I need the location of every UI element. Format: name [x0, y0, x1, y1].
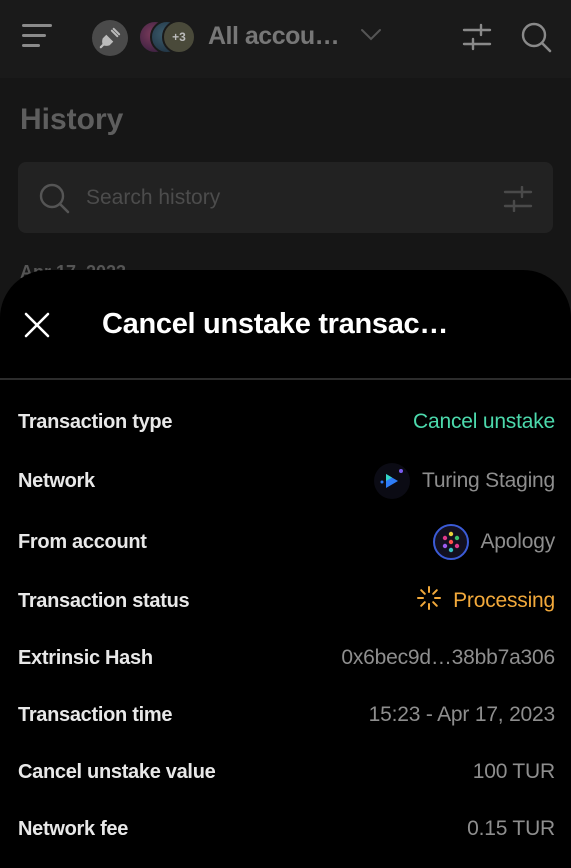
top-bar: +3 All accou… [0, 0, 571, 78]
account-selector-label[interactable]: All accou… [208, 22, 340, 51]
account-avatars[interactable]: +3 [138, 20, 196, 56]
detail-row-cancel-unstake-value: Cancel unstake value 100 TUR [18, 755, 555, 789]
status-text: Processing [453, 589, 555, 612]
detail-label: Extrinsic Hash [18, 646, 153, 669]
detail-label: Network fee [18, 817, 129, 840]
network-name: Turing Staging [421, 469, 555, 492]
page-title: History [20, 103, 124, 136]
amount-value: 100 TUR [472, 760, 555, 783]
fee-value: 0.15 TUR [467, 817, 555, 840]
detail-label: Transaction type [18, 410, 173, 433]
account-avatar-icon [432, 524, 469, 560]
detail-row-network: Network Turing Staging [18, 463, 555, 499]
transaction-detail-sheet: Cancel unstake transac… Transaction type… [0, 270, 571, 868]
detail-row-extrinsic-hash: Extrinsic Hash 0x6bec9d…38bb7a306 [18, 641, 555, 675]
status-value: Processing [417, 586, 555, 616]
filter-icon[interactable] [462, 22, 492, 57]
detail-row-transaction-type: Transaction type Cancel unstake [18, 405, 555, 439]
detail-row-from-account: From account Apology [18, 524, 556, 560]
sheet-title: Cancel unstake transac… [102, 308, 449, 340]
detail-row-network-fee: Network fee 0.15 TUR [18, 812, 555, 846]
hash-value[interactable]: 0x6bec9d…38bb7a306 [341, 646, 555, 670]
search-placeholder: Search history [86, 186, 221, 209]
filter-icon[interactable] [503, 185, 533, 217]
spinner-icon [417, 586, 442, 616]
detail-row-transaction-status: Transaction status Processing [18, 584, 555, 618]
detail-value: Cancel unstake [413, 410, 555, 433]
search-icon [38, 182, 70, 219]
divider [0, 378, 571, 380]
search-input[interactable]: Search history [18, 162, 553, 233]
account-name: Apology [480, 530, 556, 553]
more-accounts-badge: +3 [162, 20, 196, 54]
detail-label: Cancel unstake value [18, 760, 216, 783]
detail-label: From account [18, 530, 147, 553]
close-icon[interactable] [22, 310, 52, 340]
detail-label: Network [18, 469, 95, 492]
chevron-down-icon[interactable] [360, 28, 382, 47]
detail-label: Transaction time [18, 703, 173, 726]
plug-icon[interactable] [92, 20, 128, 56]
detail-row-transaction-time: Transaction time 15:23 - Apr 17, 2023 [18, 698, 555, 732]
account-value: Apology [432, 524, 556, 560]
search-icon[interactable] [520, 21, 552, 58]
turing-network-icon [373, 463, 410, 499]
time-value: 15:23 - Apr 17, 2023 [368, 703, 556, 726]
menu-icon[interactable] [22, 24, 52, 50]
network-value: Turing Staging [373, 463, 555, 499]
detail-label: Transaction status [18, 589, 190, 612]
